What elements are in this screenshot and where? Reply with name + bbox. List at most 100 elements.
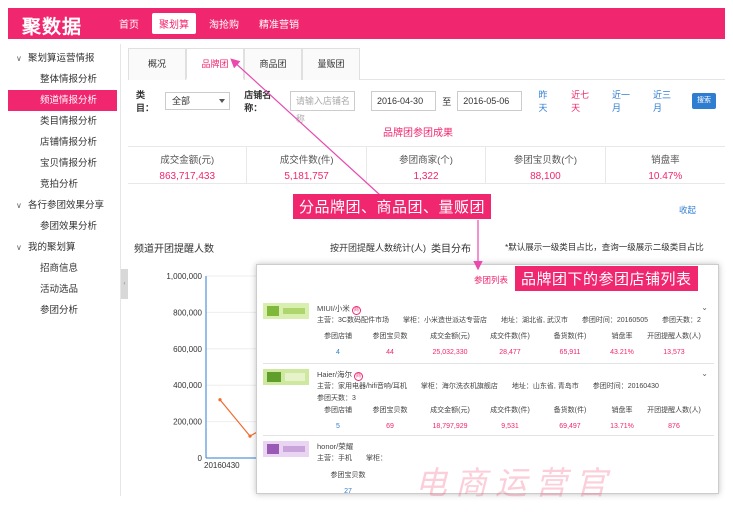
- metric-items: 参团宝贝数(个) 88,100: [486, 147, 606, 183]
- expand-chevron-icon[interactable]: ⌄: [701, 303, 708, 312]
- date-from-input[interactable]: 2016-04-30: [371, 91, 437, 111]
- search-button[interactable]: 搜索: [691, 93, 716, 109]
- stat-label: 开团提醒人数(人): [647, 407, 701, 414]
- chevron-down-icon: ∨: [16, 54, 22, 63]
- stat-value: 876: [668, 423, 680, 430]
- data-point[interactable]: [248, 434, 252, 438]
- quick-yesterday[interactable]: 昨天: [538, 88, 555, 114]
- brand-logo[interactable]: 聚数据: [22, 12, 82, 39]
- store-badge: 商: [351, 306, 361, 315]
- store-days: 参团天数：2: [662, 317, 701, 324]
- stat-label: 参团宝贝数: [330, 472, 366, 479]
- nav-precision-marketing[interactable]: 精准营销: [252, 13, 306, 34]
- store-logo-image: [263, 303, 309, 319]
- metric-sellthrough: 销盘率 10.47%: [606, 147, 725, 183]
- expand-chevron-icon[interactable]: ⌄: [701, 369, 708, 378]
- sidebar-group-label: 我的聚划算: [28, 242, 76, 253]
- nav-juhuasuan[interactable]: 聚划算: [152, 13, 196, 34]
- metric-value: 10.47%: [648, 171, 683, 182]
- store-name-text: Haier/海尔: [317, 370, 353, 379]
- tab-brand-group[interactable]: 品牌团: [186, 48, 244, 80]
- store-info: 主营：手机 掌柜：: [317, 453, 401, 463]
- metric-label: 参团宝贝数(个): [513, 155, 578, 166]
- category-select[interactable]: 全部: [164, 92, 231, 110]
- sidebar-group-effects[interactable]: ∨ 各行参团效果分享: [8, 195, 117, 216]
- series-line: [219, 399, 256, 437]
- store-time: 参团时间：20160430: [592, 383, 659, 390]
- callout-list-note: 品牌团下的参团店铺列表: [515, 266, 698, 291]
- sidebar-item-auction[interactable]: 竞拍分析: [8, 174, 117, 195]
- quick-three-months[interactable]: 近三月: [653, 88, 678, 114]
- category-value: 全部: [171, 96, 190, 106]
- tab-product-group[interactable]: 商品团: [244, 48, 302, 80]
- stat-value: 13,573: [663, 349, 685, 356]
- sidebar-item-recruit[interactable]: 招商信息: [8, 258, 117, 279]
- data-point[interactable]: [218, 398, 222, 402]
- collapse-link[interactable]: 收起: [679, 204, 696, 216]
- collapse-handle[interactable]: ‹: [121, 269, 128, 299]
- y-tick-label: 0: [198, 454, 203, 463]
- popup-title: 参团列表: [474, 275, 509, 285]
- caret-down-icon: [219, 99, 226, 103]
- date-to-input[interactable]: 2016-05-06: [457, 91, 523, 111]
- chart-subtitle: 按开团提醒人数统计(人): [330, 243, 426, 253]
- category-label: 类目：: [136, 90, 155, 113]
- metric-value: 863,717,433: [159, 171, 216, 182]
- stat-label: 开团提醒人数(人): [647, 333, 701, 340]
- metric-value: 5,181,757: [284, 171, 329, 182]
- store-info: 主营：家用电器/hifi音响/耳机 掌柜：海尔洗衣机旗舰店 地址：山东省, 青岛市 参…: [317, 381, 673, 391]
- sidebar-item-overall[interactable]: 整体情报分析: [8, 69, 117, 90]
- quick-one-month[interactable]: 近一月: [612, 88, 637, 114]
- watermark: 电商运营官: [415, 464, 616, 502]
- sidebar-item-store[interactable]: 店铺情报分析: [8, 132, 117, 153]
- date-separator: 至: [442, 96, 452, 107]
- sidebar-group-mine[interactable]: ∨ 我的聚划算: [8, 237, 117, 258]
- chart-title: 频道开团提醒人数: [134, 244, 214, 255]
- stat-col: 开团提醒人数(人) 876: [639, 405, 709, 430]
- stat-col: 开团提醒人数(人) 13,573: [639, 331, 709, 356]
- row-divider: [263, 435, 714, 436]
- section-title: 品牌团参团成果: [383, 128, 453, 139]
- y-tick-label: 400,000: [173, 381, 202, 390]
- metrics-row: 成交金额(元) 863,717,433 成交件数(件) 5,181,757 参团商家…: [128, 146, 725, 184]
- sidebar-item-category[interactable]: 类目情报分析: [8, 111, 117, 132]
- sidebar-group-label: 聚划算运营情报: [28, 53, 95, 64]
- store-name-label: 店铺名称：: [244, 90, 272, 113]
- metric-label: 参团商家(个): [399, 155, 453, 166]
- sidebar-group-label: 各行参团效果分享: [28, 200, 105, 211]
- chevron-down-icon: ∨: [16, 201, 22, 210]
- store-name: MIUI/小米商: [317, 303, 361, 315]
- store-seller: 掌柜：海尔洗衣机旗舰店: [420, 383, 498, 390]
- sidebar-group-operations[interactable]: ∨ 聚划算运营情报: [8, 48, 117, 69]
- sidebar-item-selection[interactable]: 活动选品: [8, 279, 117, 300]
- metric-label: 成交金额(元): [160, 155, 215, 166]
- metric-label: 销盘率: [651, 155, 680, 166]
- sidebar-item-effect-analysis[interactable]: 参团效果分析: [8, 216, 117, 237]
- sidebar-item-product[interactable]: 宝贝情报分析: [8, 153, 117, 174]
- metric-value: 1,322: [413, 171, 439, 182]
- store-category: 主营：家用电器/hifi音响/耳机: [317, 383, 407, 390]
- sidebar-item-join-analysis[interactable]: 参团分析: [8, 300, 117, 321]
- quick-seven-days[interactable]: 近七天: [571, 88, 596, 114]
- tab-bulk-group[interactable]: 量贩团: [302, 48, 360, 80]
- tab-overview[interactable]: 概况: [128, 48, 186, 80]
- main-nav: 首页 聚划算 淘抢购 精准营销: [112, 8, 312, 39]
- line-chart: 1,000,000 800,000 600,000 400,000 200,000 020…: [166, 272, 256, 470]
- store-category: 主营：3C数码配件市场: [317, 317, 389, 324]
- nav-taoqianggou[interactable]: 淘抢购: [202, 13, 246, 34]
- stat-col: 参团宝贝数 27: [313, 470, 383, 493]
- x-tick-label: 20160430: [204, 461, 240, 470]
- metric-merchants: 参团商家(个) 1,322: [367, 147, 487, 183]
- store-name-input[interactable]: 请输入店铺名称: [289, 91, 356, 124]
- store-seller: 掌柜：: [366, 455, 387, 462]
- top-nav-bar: 聚数据 首页 聚划算 淘抢购 精准营销: [8, 8, 725, 39]
- y-tick-label: 1,000,000: [166, 272, 202, 281]
- store-name-text: MIUI/小米: [317, 304, 350, 313]
- sidebar-item-channel[interactable]: 频道情报分析: [8, 90, 117, 111]
- nav-home[interactable]: 首页: [112, 13, 146, 34]
- row-divider: [263, 363, 714, 364]
- store-name: honor/荣耀: [317, 442, 354, 451]
- store-seller: 掌柜：小米造世派达专营店: [402, 317, 487, 324]
- category-distribution-note: *默认展示一级类目占比，查询一级展示二级类目占比: [505, 242, 704, 252]
- callout-tabs-note: 分品牌团、商品团、量贩团: [293, 194, 492, 219]
